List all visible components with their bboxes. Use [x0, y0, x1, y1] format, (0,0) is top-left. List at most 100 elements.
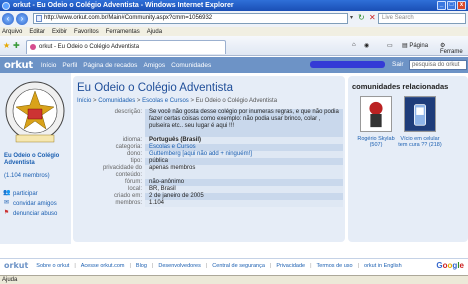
favorites-star-icon[interactable]: ★: [3, 41, 10, 50]
info-key: local:: [127, 186, 142, 192]
related-community-item[interactable]: Rogério Skylab (507): [354, 96, 398, 148]
window-titlebar: orkut - Eu Odeio o Colégio Adventista - …: [0, 0, 468, 11]
join-label: participar: [13, 190, 38, 197]
related-community-item[interactable]: Vício em celular tem cura ?? (218): [398, 96, 442, 148]
info-value: BR, Brasil: [145, 186, 343, 193]
stop-icon[interactable]: ✕: [369, 13, 376, 22]
close-button[interactable]: x: [457, 1, 466, 10]
footer-separator: |: [74, 262, 76, 269]
info-row-owner: dono: Guttemberg [aqui não add + ninguém…: [77, 151, 343, 158]
menu-favoritos[interactable]: Favoritos: [74, 29, 99, 35]
orkut-logo[interactable]: orkut: [4, 60, 33, 71]
print-icon[interactable]: ▭: [387, 42, 393, 49]
page-menu-label: Página: [409, 43, 429, 49]
google-logo: Google: [436, 261, 464, 270]
footer-link-english[interactable]: orkut in English: [364, 263, 402, 269]
community-info-table: descrição: Se você não gosta desse colég…: [77, 109, 343, 207]
menu-editar[interactable]: Editar: [29, 29, 45, 35]
page-menu[interactable]: ▤ Página: [402, 42, 428, 49]
breadcrumb-current: Eu Odeio o Colégio Adventista: [195, 98, 278, 104]
logout-link[interactable]: Sair: [392, 61, 404, 68]
redacted-username: [310, 61, 385, 68]
related-community-label[interactable]: Rogério Skylab (507): [354, 136, 398, 148]
footer-separator: |: [205, 262, 208, 269]
community-main-panel: Eu Odeio o Colégio Adventista Início > C…: [73, 76, 345, 242]
invite-friends-link[interactable]: ✉ convidar amigos: [3, 200, 57, 207]
footer-separator: |: [310, 262, 312, 269]
tools-menu[interactable]: ⚙ Ferrame: [440, 42, 468, 55]
info-value: Se você não gosta desse colégio por inum…: [145, 109, 343, 137]
info-value: Português (Brasil): [145, 137, 343, 144]
address-bar[interactable]: http://www.orkut.com.br/Main#Community.a…: [33, 13, 348, 24]
minimize-button[interactable]: _: [437, 1, 446, 10]
feeds-icon[interactable]: ◉: [364, 42, 369, 49]
owner-link[interactable]: Guttemberg [aqui não add + ninguém!]: [149, 151, 252, 157]
nav-inicio[interactable]: Início: [41, 62, 57, 69]
info-row-language: idioma: Português (Brasil): [77, 137, 343, 144]
window-title: orkut - Eu Odeio o Colégio Adventista - …: [13, 2, 234, 9]
ie-icon: [2, 1, 10, 10]
footer-link-terms[interactable]: Termos de uso: [317, 263, 353, 269]
tools-menu-label: Ferrame: [440, 49, 463, 55]
related-community-thumbnail[interactable]: [360, 96, 392, 132]
footer-separator: |: [269, 262, 272, 269]
browser-tab[interactable]: orkut - Eu Odeio o Colégio Adventista: [26, 40, 226, 54]
footer-link-developers[interactable]: Desenvolvedores: [158, 263, 201, 269]
info-row-members: membros: 1.104: [77, 200, 343, 207]
address-url: http://www.orkut.com.br/Main#Community.a…: [44, 15, 213, 21]
breadcrumb-communities[interactable]: Comunidades: [98, 98, 135, 104]
orkut-footer: orkut Sobre o orkut | Acesse orkut.com | B…: [0, 258, 468, 272]
info-key: tipo:: [130, 158, 142, 164]
footer-link-privacy[interactable]: Privacidade: [276, 263, 305, 269]
join-community-link[interactable]: 👥 participar: [3, 190, 57, 197]
forward-button[interactable]: ›: [16, 13, 28, 25]
footer-orkut-logo[interactable]: orkut: [4, 261, 28, 270]
footer-separator: |: [357, 262, 360, 269]
related-community-label[interactable]: Vício em celular tem cura ?? (218): [398, 136, 442, 148]
footer-link-about[interactable]: Sobre o orkut: [36, 263, 69, 269]
invite-label: convidar amigos: [13, 200, 57, 207]
members-count[interactable]: (1.104 membros): [4, 173, 50, 179]
tab-label: orkut - Eu Odeio o Colégio Adventista: [39, 44, 140, 50]
nav-amigos[interactable]: Amigos: [143, 62, 165, 69]
menu-arquivo[interactable]: Arquivo: [2, 29, 22, 35]
category-link[interactable]: Escolas e Cursos: [149, 144, 196, 150]
page-icon: [36, 15, 42, 22]
related-communities-panel: comunidades relacionadas Rogério Skylab …: [348, 76, 468, 242]
info-value: 1.104: [145, 200, 343, 207]
breadcrumb-category[interactable]: Escolas e Cursos: [142, 98, 189, 104]
info-value-link[interactable]: Escolas e Cursos: [145, 144, 343, 151]
address-row: ‹ › http://www.orkut.com.br/Main#Communi…: [0, 11, 468, 27]
back-button[interactable]: ‹: [2, 13, 14, 25]
footer-link-safety[interactable]: Central de segurança: [212, 263, 265, 269]
nav-perfil[interactable]: Perfil: [62, 62, 77, 69]
footer-link-blog[interactable]: Blog: [136, 263, 147, 269]
community-sidebar: Eu Odeio o Colégio Adventista (1.104 mem…: [0, 73, 71, 244]
refresh-icon[interactable]: ↻: [358, 13, 365, 22]
nav-comunidades[interactable]: Comunidades: [171, 62, 211, 69]
menu-ferramentas[interactable]: Ferramentas: [106, 29, 140, 35]
live-search-input[interactable]: Live Search: [378, 13, 466, 24]
home-icon[interactable]: ⌂: [352, 42, 356, 48]
breadcrumb-home[interactable]: Início: [77, 98, 91, 104]
menu-exibir[interactable]: Exibir: [52, 29, 67, 35]
community-name-link[interactable]: Eu Odeio o Colégio Adventista: [4, 153, 70, 167]
add-favorite-icon[interactable]: ✚: [13, 41, 20, 50]
community-actions: 👥 participar ✉ convidar amigos ⚑ denunci…: [3, 190, 57, 220]
address-dropdown-icon[interactable]: ▾: [350, 14, 353, 21]
info-value: apenas membros: [145, 165, 343, 179]
menu-ajuda[interactable]: Ajuda: [147, 29, 162, 35]
info-row-location: local: BR, Brasil: [77, 186, 343, 193]
tab-row: ★ ✚ orkut - Eu Odeio o Colégio Adventist…: [0, 36, 468, 56]
info-value-link[interactable]: Guttemberg [aqui não add + ninguém!]: [145, 151, 343, 158]
info-key: fórum:: [124, 179, 142, 185]
related-community-thumbnail[interactable]: [404, 96, 436, 132]
orkut-search-input[interactable]: pesquisa do orkut: [409, 60, 467, 70]
footer-link-access[interactable]: Acesse orkut.com: [81, 263, 125, 269]
report-abuse-link[interactable]: ⚑ denunciar abuso: [3, 210, 58, 217]
info-row-created: criado em: 2 de janeiro de 2005: [77, 193, 343, 200]
status-bar: Ajuda: [0, 275, 468, 284]
info-row-category: categoria: Escolas e Cursos: [77, 144, 343, 151]
nav-recados[interactable]: Página de recados: [83, 62, 137, 69]
maximize-button[interactable]: □: [447, 1, 456, 10]
